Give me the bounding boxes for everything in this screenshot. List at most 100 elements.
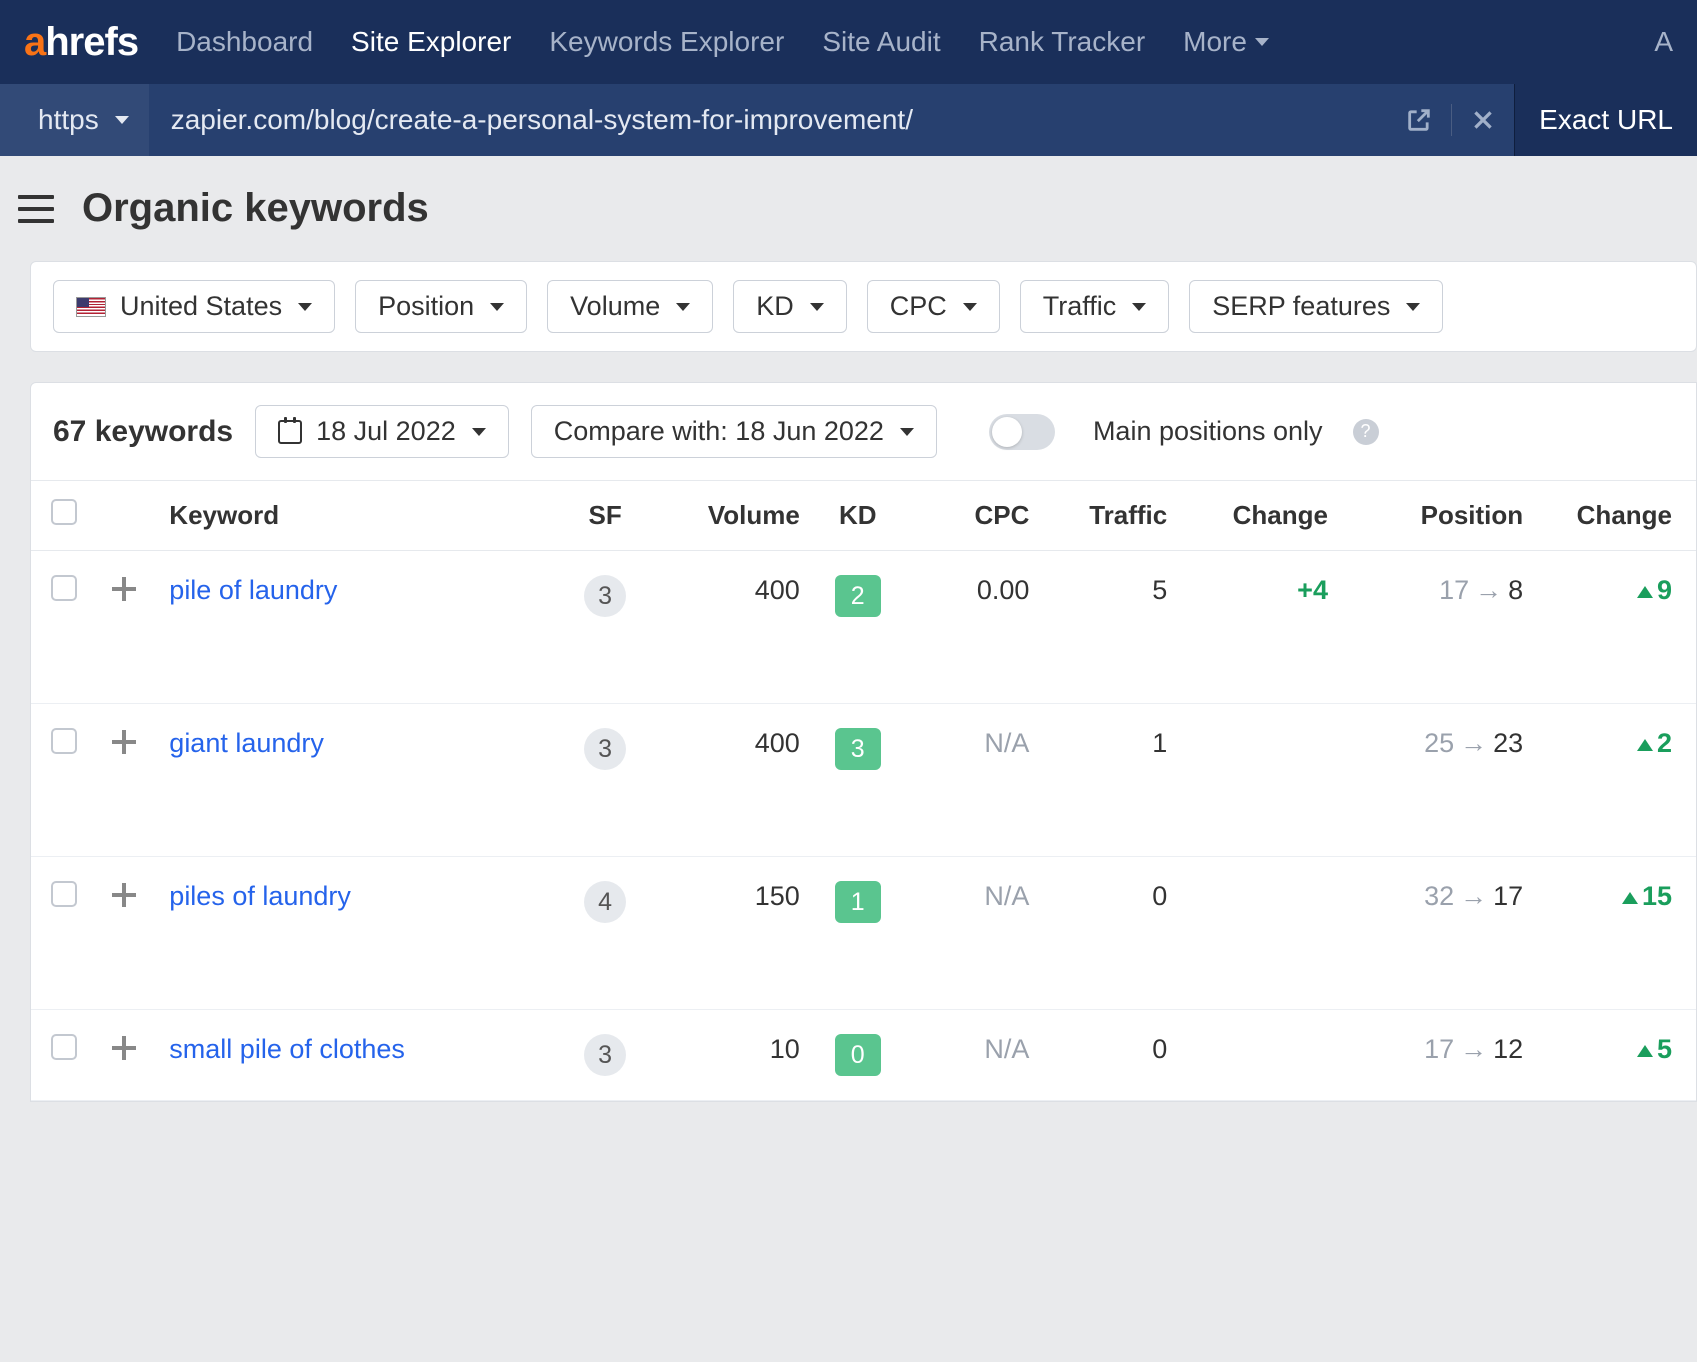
sf-badge: 3 <box>584 1034 626 1076</box>
chevron-down-icon <box>900 428 914 436</box>
expand-row-button[interactable] <box>110 881 138 909</box>
cell-position: 17→12 <box>1340 1010 1535 1101</box>
nav-item-label: Site Audit <box>822 26 940 58</box>
search-mode-label: Exact URL <box>1539 104 1673 136</box>
search-mode-dropdown[interactable]: Exact URL <box>1514 84 1697 156</box>
filter-volume[interactable]: Volume <box>547 280 713 333</box>
col-keyword[interactable]: Keyword <box>157 481 559 551</box>
table-row: giant laundry34003N/A125→232 <box>31 704 1696 857</box>
sf-badge: 3 <box>584 728 626 770</box>
filter-bar: United States Position Volume KD CPC Traffic… <box>30 261 1697 352</box>
url-actions <box>1387 100 1514 140</box>
filter-label: KD <box>756 291 794 322</box>
keyword-link[interactable]: small pile of clothes <box>169 1034 405 1064</box>
cell-position: 17→8 <box>1340 551 1535 704</box>
filter-kd[interactable]: KD <box>733 280 847 333</box>
nav-item-dashboard[interactable]: Dashboard <box>176 26 313 58</box>
col-volume[interactable]: Volume <box>651 481 812 551</box>
external-link-icon <box>1405 106 1433 134</box>
cell-position: 32→17 <box>1340 857 1535 1010</box>
col-sf[interactable]: SF <box>559 481 651 551</box>
chevron-down-icon <box>1255 38 1269 46</box>
cell-traffic-change: +4 <box>1179 551 1340 704</box>
up-triangle-icon <box>1622 892 1638 904</box>
page-header: Organic keywords <box>0 156 1697 261</box>
nav-item-site-audit[interactable]: Site Audit <box>822 26 940 58</box>
cell-cpc: N/A <box>904 704 1042 857</box>
chevron-down-icon <box>1132 303 1146 311</box>
row-checkbox[interactable] <box>51 1034 77 1060</box>
filter-label: CPC <box>890 291 947 322</box>
col-position[interactable]: Position <box>1340 481 1535 551</box>
cell-position-change: 5 <box>1535 1010 1696 1101</box>
open-external-button[interactable] <box>1387 100 1451 140</box>
keyword-link[interactable]: giant laundry <box>169 728 324 758</box>
date-picker[interactable]: 18 Jul 2022 <box>255 405 509 458</box>
row-checkbox[interactable] <box>51 881 77 907</box>
cell-traffic: 5 <box>1041 551 1179 704</box>
cell-volume: 10 <box>651 1010 812 1101</box>
col-position-change[interactable]: Change <box>1535 481 1696 551</box>
table-row: small pile of clothes3100N/A017→125 <box>31 1010 1696 1101</box>
cell-traffic: 1 <box>1041 704 1179 857</box>
nav-item-rank-tracker[interactable]: Rank Tracker <box>979 26 1146 58</box>
nav-item-keywords-explorer[interactable]: Keywords Explorer <box>549 26 784 58</box>
protocol-dropdown[interactable]: https <box>0 84 149 156</box>
chevron-down-icon <box>1406 303 1420 311</box>
close-icon <box>1470 107 1496 133</box>
keyword-count: 67 keywords <box>53 415 233 449</box>
kd-badge: 3 <box>835 728 881 770</box>
expand-row-button[interactable] <box>110 1034 138 1062</box>
compare-picker[interactable]: Compare with: 18 Jun 2022 <box>531 405 937 458</box>
top-nav: ahrefs Dashboard Site Explorer Keywords Ex… <box>0 0 1697 84</box>
nav-item-more[interactable]: More <box>1183 26 1269 58</box>
filter-label: SERP features <box>1212 291 1390 322</box>
filter-label: Traffic <box>1043 291 1117 322</box>
up-triangle-icon <box>1637 1045 1653 1057</box>
ahrefs-logo: ahrefs <box>24 20 138 65</box>
nav-item-partial[interactable]: A <box>1654 26 1673 58</box>
cell-volume: 400 <box>651 704 812 857</box>
chevron-down-icon <box>115 116 129 124</box>
cell-traffic: 0 <box>1041 1010 1179 1101</box>
chevron-down-icon <box>298 303 312 311</box>
url-input[interactable]: zapier.com/blog/create-a-personal-system… <box>149 104 1387 136</box>
select-all-checkbox[interactable] <box>51 499 77 525</box>
menu-button[interactable] <box>18 195 54 223</box>
nav-item-label: Rank Tracker <box>979 26 1146 58</box>
expand-row-button[interactable] <box>110 728 138 756</box>
cell-cpc: 0.00 <box>904 551 1042 704</box>
date-label: 18 Jul 2022 <box>316 416 456 447</box>
main-positions-toggle[interactable] <box>989 414 1055 450</box>
kd-badge: 1 <box>835 881 881 923</box>
table-row: piles of laundry41501N/A032→1715 <box>31 857 1696 1010</box>
col-kd[interactable]: KD <box>812 481 904 551</box>
nav-item-site-explorer[interactable]: Site Explorer <box>351 26 511 58</box>
up-triangle-icon <box>1637 739 1653 751</box>
filter-serp-features[interactable]: SERP features <box>1189 280 1443 333</box>
col-traffic-change[interactable]: Change <box>1179 481 1340 551</box>
country-filter[interactable]: United States <box>53 280 335 333</box>
keywords-table: Keyword SF Volume KD CPC Traffic Change … <box>31 481 1696 1101</box>
cell-traffic: 0 <box>1041 857 1179 1010</box>
help-icon[interactable]: ? <box>1353 419 1379 445</box>
table-row: pile of laundry340020.005+417→89 <box>31 551 1696 704</box>
filter-position[interactable]: Position <box>355 280 527 333</box>
clear-url-button[interactable] <box>1452 100 1514 140</box>
nav-item-label: Keywords Explorer <box>549 26 784 58</box>
chevron-down-icon <box>472 428 486 436</box>
cell-position-change: 2 <box>1535 704 1696 857</box>
col-traffic[interactable]: Traffic <box>1041 481 1179 551</box>
country-label: United States <box>120 291 282 322</box>
col-cpc[interactable]: CPC <box>904 481 1042 551</box>
expand-row-button[interactable] <box>110 575 138 603</box>
filter-cpc[interactable]: CPC <box>867 280 1000 333</box>
row-checkbox[interactable] <box>51 575 77 601</box>
row-checkbox[interactable] <box>51 728 77 754</box>
filter-label: Position <box>378 291 474 322</box>
keyword-link[interactable]: piles of laundry <box>169 881 351 911</box>
protocol-label: https <box>38 104 99 136</box>
keyword-link[interactable]: pile of laundry <box>169 575 337 605</box>
filter-traffic[interactable]: Traffic <box>1020 280 1170 333</box>
cell-cpc: N/A <box>904 1010 1042 1101</box>
